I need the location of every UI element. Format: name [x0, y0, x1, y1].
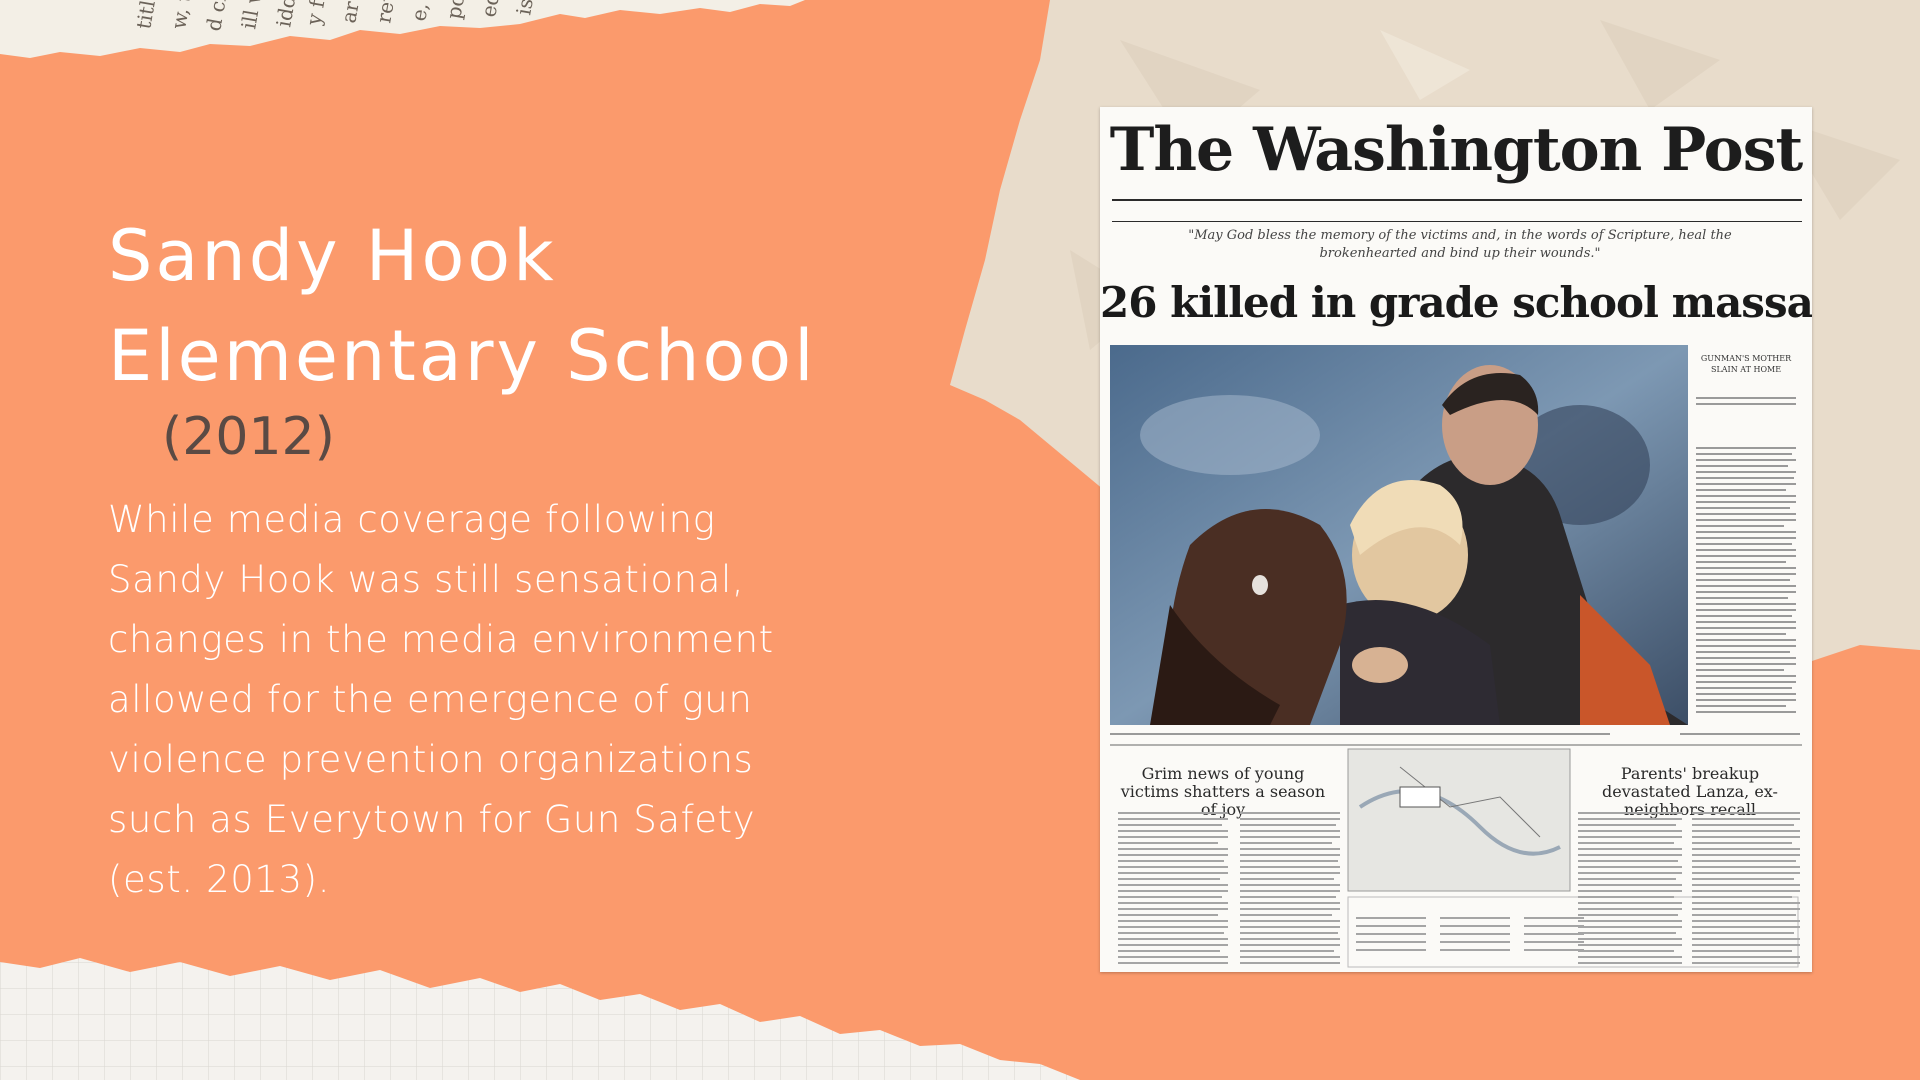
svg-text:is: is [511, 0, 538, 17]
grid-paper-scrap [0, 958, 1080, 1080]
newspaper-text-columns [1110, 397, 1802, 968]
slide-body-text: While media coverage following Sandy Hoo… [108, 498, 774, 901]
slide-title: Sandy Hook Elementary School [108, 215, 817, 397]
svg-text:ar: ar [336, 0, 363, 25]
svg-text:ed: ed [476, 0, 504, 19]
book-page-scrap: title w, th d cha ill wa idd y fo ar rev… [0, 0, 805, 58]
slide-year: (2012) [162, 407, 335, 467]
newspaper-front-page-image: The Washington Post "May God bless the m… [1100, 107, 1812, 972]
svg-text:po: po [441, 0, 469, 21]
